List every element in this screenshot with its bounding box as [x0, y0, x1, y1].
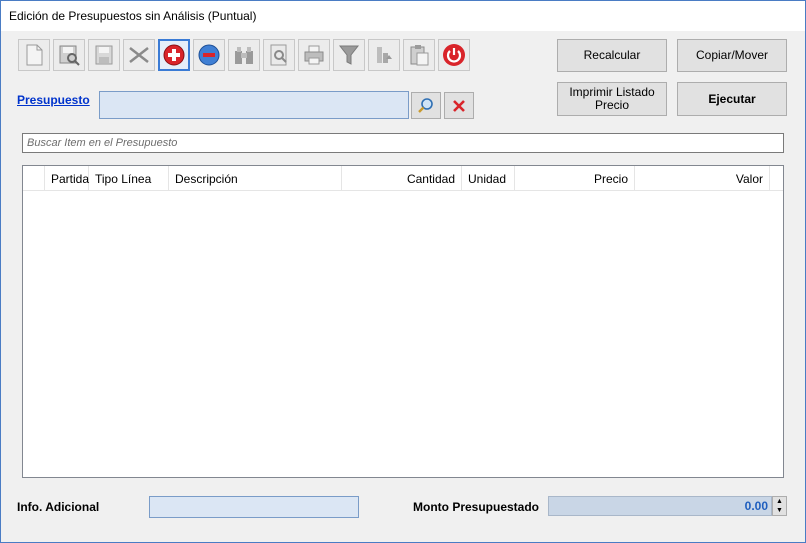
save-button[interactable]	[88, 39, 120, 71]
column-header-valor[interactable]: Valor	[635, 166, 770, 191]
search-save-button[interactable]	[53, 39, 85, 71]
spin-up-icon[interactable]: ▲	[773, 497, 786, 506]
column-header-tipo-linea[interactable]: Tipo Línea	[89, 166, 169, 191]
copiar-mover-button[interactable]: Copiar/Mover	[677, 39, 787, 72]
new-document-button[interactable]	[18, 39, 50, 71]
monto-presupuestado-label: Monto Presupuestado	[413, 500, 540, 514]
close-icon	[453, 99, 465, 112]
power-icon	[443, 44, 465, 66]
binoculars-icon	[235, 47, 253, 64]
remove-button[interactable]	[193, 39, 225, 71]
preview-button[interactable]	[263, 39, 295, 71]
window-title: Edición de Presupuestos sin Análisis (Pu…	[9, 9, 257, 23]
print-icon	[304, 45, 324, 65]
print-button[interactable]	[298, 39, 330, 71]
remove-icon	[198, 44, 220, 66]
title-bar: Edición de Presupuestos sin Análisis (Pu…	[1, 1, 805, 31]
monto-spinner[interactable]: ▲ ▼	[772, 496, 787, 516]
presupuesto-field[interactable]	[99, 91, 409, 119]
export-icon	[377, 47, 392, 63]
search-input[interactable]: Buscar Item en el Presupuesto	[22, 133, 784, 153]
ejecutar-button[interactable]: Ejecutar	[677, 82, 787, 116]
paste-icon	[410, 45, 429, 66]
imprimir-listado-precio-button[interactable]: Imprimir Listado Precio	[557, 82, 667, 116]
column-header-descripcion[interactable]: Descripción	[169, 166, 342, 191]
add-button[interactable]	[158, 39, 190, 71]
cut-button[interactable]	[123, 39, 155, 71]
filter-button[interactable]	[333, 39, 365, 71]
column-header-precio[interactable]: Precio	[515, 166, 635, 191]
clear-presupuesto-button[interactable]	[444, 92, 474, 119]
column-header-unidad[interactable]: Unidad	[462, 166, 515, 191]
main-window: Edición de Presupuestos sin Análisis (Pu…	[0, 0, 806, 543]
grid-header: Partida Tipo Línea Descripción Cantidad …	[23, 166, 783, 191]
row-selector-header	[23, 166, 45, 191]
info-adicional-field[interactable]	[149, 496, 359, 518]
spin-down-icon[interactable]: ▼	[773, 506, 786, 515]
export-button[interactable]	[368, 39, 400, 71]
power-button[interactable]	[438, 39, 470, 71]
search-save-icon	[59, 45, 80, 66]
filter-icon	[338, 45, 360, 65]
paste-button[interactable]	[403, 39, 435, 71]
save-icon	[95, 45, 113, 65]
preview-icon	[270, 44, 287, 66]
info-adicional-label: Info. Adicional	[17, 500, 100, 514]
new-document-icon	[26, 44, 43, 66]
column-header-cantidad[interactable]: Cantidad	[342, 166, 462, 191]
recalcular-button[interactable]: Recalcular	[557, 39, 667, 72]
monto-presupuestado-field[interactable]: 0.00	[548, 496, 772, 516]
column-header-partida[interactable]: Partida	[45, 166, 89, 191]
magnifier-icon	[418, 97, 433, 113]
add-icon	[163, 44, 185, 66]
cut-icon	[129, 47, 149, 63]
binoculars-button[interactable]	[228, 39, 260, 71]
search-presupuesto-button[interactable]	[411, 92, 441, 119]
presupuesto-link[interactable]: Presupuesto	[17, 93, 90, 107]
items-grid[interactable]: Partida Tipo Línea Descripción Cantidad …	[22, 165, 784, 478]
imprimir-label-line2: Precio	[594, 98, 629, 112]
